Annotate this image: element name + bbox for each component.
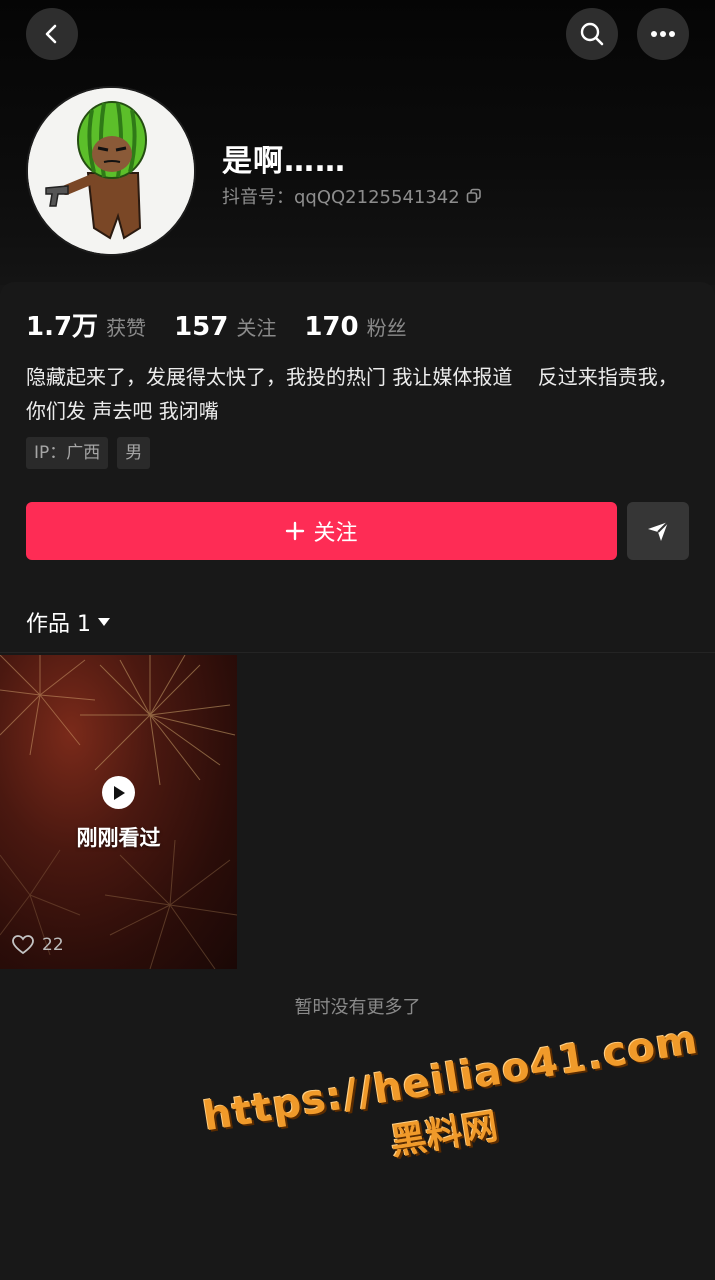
stat-likes-value: 1.7万 [26,312,99,342]
recently-watched-label: 刚刚看过 [76,826,161,850]
more-button[interactable] [637,8,689,60]
send-icon [648,521,669,541]
stat-following[interactable]: 157 关注 [174,312,276,342]
search-icon [580,22,604,46]
stat-followers-value: 170 [304,312,359,342]
stat-following-label: 关注 [236,316,277,340]
fireworks-image [0,655,237,969]
follow-button-label: 关注 [313,521,358,546]
triangle-down-icon [98,618,110,626]
stat-followers[interactable]: 170 粉丝 [304,312,406,342]
bio-text: 隐藏起来了，发展得太快了，我投的热门 我让媒体报道 反过来指责我，你们发 声去吧… [26,365,678,423]
douyin-id[interactable]: 抖音号：qqQQ2125541342 [222,183,482,209]
stat-likes[interactable]: 1.7万 获赞 [26,306,146,343]
tab-divider [0,652,715,653]
tab-works[interactable]: 作品 1 [26,606,111,638]
stat-following-value: 157 [174,312,229,342]
video-likes: 22 [12,935,64,955]
douyin-id-text: 抖音号：qqQQ2125541342 [222,187,460,208]
video-thumbnail[interactable] [0,655,237,969]
tab-works-label: 作品 1 [26,612,91,637]
share-button[interactable] [627,502,689,560]
more-dots-icon [651,31,675,37]
nickname: 是啊…… [222,144,346,179]
end-of-list-text: 暂时没有更多了 [294,997,421,1018]
avatar[interactable] [26,86,196,256]
chevron-left-icon [45,24,57,44]
play-button[interactable] [102,776,135,809]
gender-tag: 男 [117,437,151,469]
stat-followers-label: 粉丝 [366,316,407,340]
ip-location-tag: IP：广西 [26,437,109,469]
profile-stats: 1.7万 获赞 157 关注 170 粉丝 [26,306,435,343]
watermelon-head-character-icon [28,88,194,254]
back-button[interactable] [26,8,78,60]
plus-icon [286,521,305,541]
copy-icon[interactable] [466,188,482,204]
play-icon [113,785,125,800]
video-likes-count: 22 [42,935,64,955]
profile-tags: IP：广西 男 [26,437,151,469]
follow-button[interactable]: 关注 [26,502,617,560]
search-button[interactable] [566,8,618,60]
stat-likes-label: 获赞 [106,316,147,340]
heart-icon [12,935,34,955]
